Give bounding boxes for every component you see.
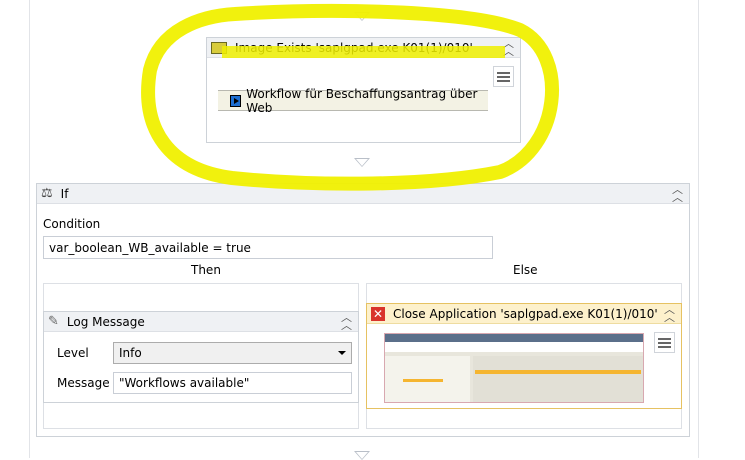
highlight-annotation (141, 4, 559, 191)
